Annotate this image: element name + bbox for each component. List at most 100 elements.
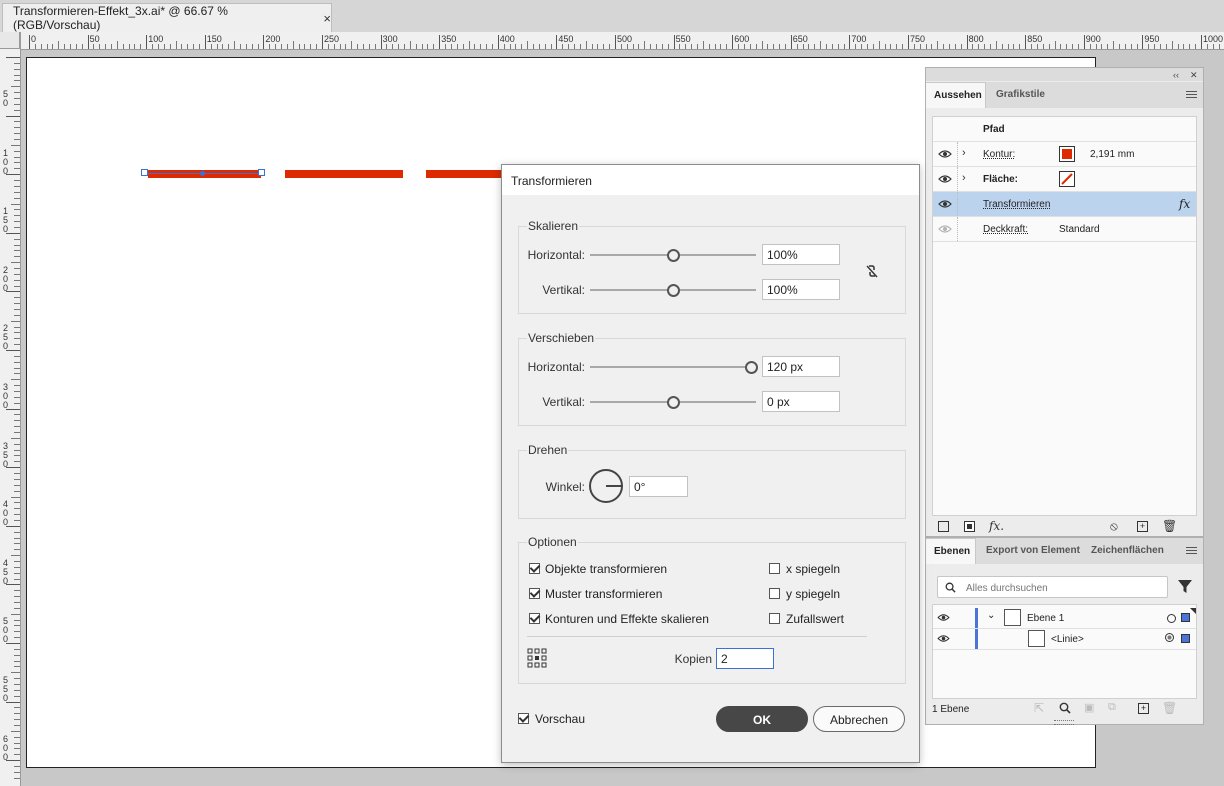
selection-center-point[interactable] <box>200 171 205 176</box>
panel-menu-icon[interactable] <box>1186 89 1197 100</box>
create-sublayer-icon[interactable]: ⧉ <box>1108 701 1116 714</box>
delete-layer-icon[interactable]: 🗑 <box>1162 701 1177 715</box>
visibility-eye-icon[interactable] <box>937 634 950 643</box>
reflect-x-checkbox[interactable] <box>769 563 780 574</box>
stroke-weight-value[interactable]: 2,191 mm <box>1090 149 1134 160</box>
angle-dial-icon[interactable] <box>588 468 624 504</box>
collapse-panel-icon[interactable]: ‹‹ <box>1173 70 1179 80</box>
slider-knob[interactable] <box>744 360 758 374</box>
close-panel-icon[interactable]: ✕ <box>1190 70 1198 81</box>
slider-knob[interactable] <box>666 283 680 297</box>
random-checkbox[interactable] <box>769 613 780 624</box>
add-effect-icon[interactable]: fx. <box>989 519 1004 533</box>
chevron-right-icon[interactable]: › <box>962 147 966 159</box>
clear-appearance-icon[interactable]: ⦸ <box>1110 519 1118 534</box>
reference-point-locator-icon[interactable] <box>527 648 547 668</box>
ok-button[interactable]: OK <box>716 706 808 732</box>
add-new-stroke-icon[interactable] <box>938 521 949 532</box>
visibility-eye-icon[interactable] <box>938 149 952 159</box>
scale-vertical-input[interactable] <box>762 279 840 300</box>
appearance-row-fill[interactable]: › Fläche: <box>933 167 1196 192</box>
fx-icon[interactable]: fx <box>1179 197 1190 211</box>
transformed-copy-line-1[interactable] <box>285 170 403 178</box>
locate-object-icon[interactable] <box>1059 702 1071 714</box>
reflect-y-label[interactable]: y spiegeln <box>786 587 840 601</box>
slider-knob[interactable] <box>666 248 680 262</box>
scale-strokes-checkbox[interactable] <box>529 613 540 624</box>
target-circle-icon[interactable] <box>1165 633 1174 642</box>
visibility-eye-icon[interactable] <box>937 613 950 622</box>
move-vertical-slider[interactable] <box>590 395 756 409</box>
duplicate-item-icon[interactable]: + <box>1137 521 1148 532</box>
no-fill-swatch-icon[interactable] <box>1059 171 1075 187</box>
reflect-y-checkbox[interactable] <box>769 588 780 599</box>
layer-search-input[interactable] <box>964 579 1164 597</box>
panel-menu-icon[interactable] <box>1186 545 1197 556</box>
appearance-header-row: Pfad <box>933 117 1196 142</box>
copies-input[interactable] <box>716 648 774 669</box>
visibility-eye-icon[interactable] <box>938 199 952 209</box>
preview-checkbox[interactable] <box>518 713 529 724</box>
filter-icon[interactable] <box>1178 580 1192 594</box>
cancel-button[interactable]: Abbrechen <box>813 706 905 732</box>
export-icon[interactable]: ⇱ <box>1034 701 1044 715</box>
stroke-color-swatch[interactable] <box>1059 146 1075 162</box>
layer-search-box[interactable] <box>937 576 1168 598</box>
transform-patterns-label[interactable]: Muster transformieren <box>545 587 662 601</box>
selection-indicator[interactable] <box>1181 634 1190 643</box>
layer-name[interactable]: Ebene 1 <box>1027 613 1064 624</box>
appearance-row-transform-effect[interactable]: Transformieren fx <box>933 192 1196 217</box>
scale-horizontal-input[interactable] <box>762 244 840 265</box>
scale-vertical-slider[interactable] <box>590 283 756 297</box>
move-horizontal-slider[interactable] <box>590 360 758 374</box>
chevron-down-icon[interactable]: ⌄ <box>987 610 995 621</box>
scale-horizontal-slider[interactable] <box>590 248 756 262</box>
transform-objects-checkbox[interactable] <box>529 563 540 574</box>
vertical-ruler[interactable]: 5 0 1 0 0 1 5 0 2 0 0 2 5 0 3 0 0 3 5 0 4 0 0 4 … <box>0 32 21 786</box>
appearance-row-stroke[interactable]: › Kontur: 2,191 mm <box>933 142 1196 167</box>
transform-effect-label[interactable]: Transformieren <box>983 199 1050 210</box>
delete-item-icon[interactable]: 🗑 <box>1162 519 1177 533</box>
selection-handle-left[interactable] <box>141 169 148 176</box>
resize-grip[interactable] <box>1054 720 1074 725</box>
dialog-title-bar[interactable]: Transformieren <box>502 165 919 195</box>
random-label[interactable]: Zufallswert <box>786 612 844 626</box>
stroke-label[interactable]: Kontur: <box>983 149 1015 160</box>
scale-strokes-label[interactable]: Konturen und Effekte skalieren <box>545 612 709 626</box>
tab-grafikstile[interactable]: Grafikstile <box>988 82 1058 108</box>
visibility-eye-icon[interactable] <box>938 224 952 234</box>
unlinked-chain-icon[interactable] <box>864 263 880 279</box>
fill-label[interactable]: Fläche: <box>983 174 1018 185</box>
document-tab[interactable]: Transformieren-Effekt_3x.ai* @ 66.67 % (… <box>2 3 332 32</box>
add-new-fill-icon[interactable] <box>964 521 975 532</box>
tab-ebenen[interactable]: Ebenen <box>926 538 976 564</box>
tab-export-von-element[interactable]: Export von Element <box>978 538 1088 564</box>
panel-grip-bar[interactable] <box>926 68 1203 81</box>
move-horizontal-input[interactable] <box>762 356 840 377</box>
tab-aussehen[interactable]: Aussehen <box>926 82 986 108</box>
target-circle-icon[interactable] <box>1167 614 1176 623</box>
transformed-copy-line-2[interactable] <box>426 170 506 178</box>
selection-handle-right[interactable] <box>258 169 265 176</box>
transform-objects-label[interactable]: Objekte transformieren <box>545 562 667 576</box>
angle-input[interactable] <box>629 476 688 497</box>
sublayer-name[interactable]: <Linie> <box>1051 634 1084 645</box>
chevron-right-icon[interactable]: › <box>962 172 966 184</box>
transform-patterns-checkbox[interactable] <box>529 588 540 599</box>
opacity-value[interactable]: Standard <box>1059 224 1100 235</box>
selection-indicator[interactable] <box>1181 613 1190 622</box>
tab-zeichenflaechen[interactable]: Zeichenflächen <box>1083 538 1172 564</box>
appearance-row-opacity[interactable]: Deckkraft: Standard <box>933 217 1196 242</box>
sublayer-row[interactable]: <Linie> <box>933 629 1196 650</box>
move-vertical-input[interactable] <box>762 391 840 412</box>
horizontal-ruler[interactable]: 0 50 100 150 200 250 300 350 400 450 500 550 600 650 7… <box>20 32 1224 50</box>
opacity-label[interactable]: Deckkraft: <box>983 224 1028 235</box>
visibility-eye-icon[interactable] <box>938 174 952 184</box>
preview-label[interactable]: Vorschau <box>535 712 585 726</box>
reflect-x-label[interactable]: x spiegeln <box>786 562 840 576</box>
close-tab-icon[interactable]: × <box>323 11 331 26</box>
make-clipping-mask-icon[interactable]: ▣ <box>1084 701 1094 714</box>
layer-row[interactable]: ⌄ Ebene 1 <box>933 608 1196 629</box>
slider-knob[interactable] <box>666 395 680 409</box>
create-layer-icon[interactable]: + <box>1138 703 1149 714</box>
